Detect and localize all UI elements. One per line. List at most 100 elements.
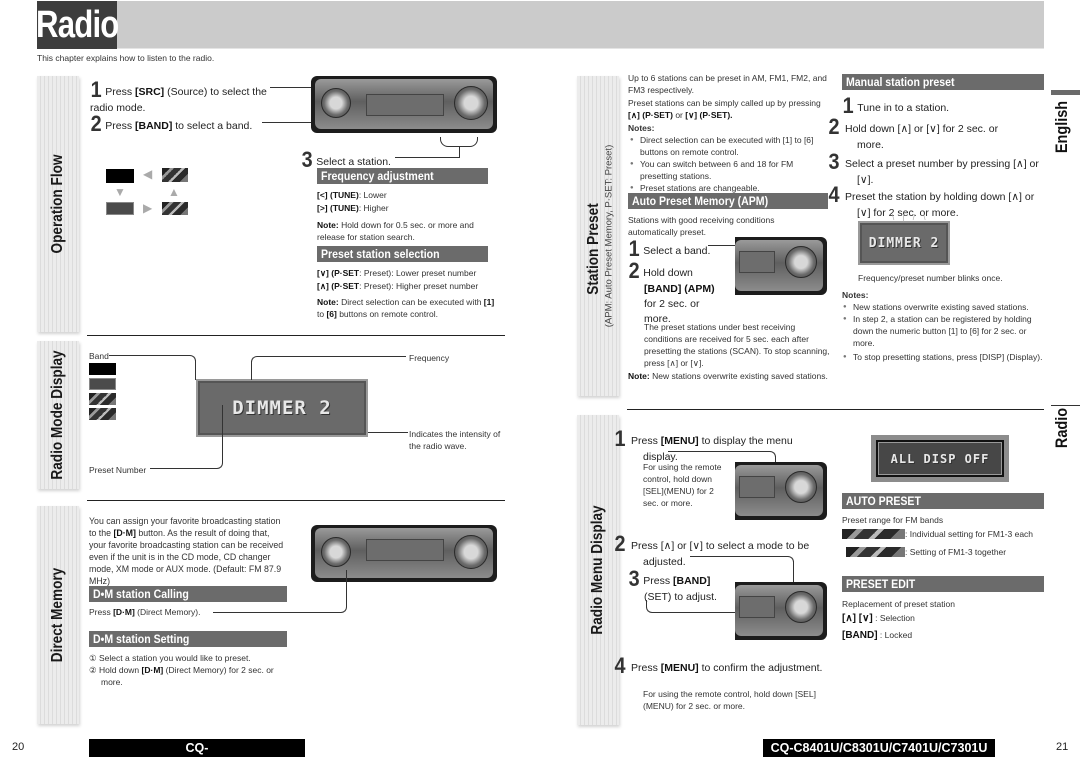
manual-step-4: 4 Preset the station by holding down [∧] …: [828, 182, 1035, 220]
frequency-label: Frequency: [409, 353, 450, 363]
preset-edit-locked: [BAND] : Locked: [842, 630, 913, 641]
dm-setting-step-1: ① Select a station you would like to pre…: [89, 653, 251, 663]
head-unit-closeup-image: [735, 237, 827, 295]
lang-tab-english: English: [1052, 100, 1071, 154]
tab-label: Operation Flow: [49, 154, 66, 254]
chapter-tab-radio: Radio: [1052, 407, 1071, 449]
blink-caption: Frequency/preset number blinks once.: [858, 273, 1003, 283]
lcd-screen: [366, 539, 444, 561]
head-unit-image: [311, 76, 497, 133]
fm-together-icon: [846, 547, 905, 557]
band-label: Band: [89, 351, 109, 361]
preset-note: Note: Direct selection can be executed w…: [317, 297, 495, 319]
header-band: [37, 1, 1044, 49]
note-item: New stations overwrite existing saved st…: [843, 301, 1048, 313]
note-item: Direct selection can be executed with [1…: [630, 134, 830, 158]
menu-step-4: 4 Press [MENU] to confirm the adjustment.: [614, 653, 823, 678]
band-icon-black: [106, 169, 136, 183]
tab-label: Radio Mode Display: [49, 350, 66, 480]
station-preset-notes: Direct selection can be executed with [1…: [630, 134, 830, 194]
chapter-intro: This chapter explains how to listen to t…: [37, 53, 215, 63]
section-preset-edit: PRESET EDIT: [842, 576, 1044, 592]
manual-step-3: 3 Select a preset number by pressing [∧] …: [828, 149, 1039, 187]
section-frequency-adjustment: Frequency adjustment: [317, 168, 488, 184]
arrow-down-icon: ▼: [114, 185, 126, 199]
op-step-1: 1 Press [SRC] (Source) to select the radi…: [90, 77, 267, 115]
manual-notes: New stations overwrite existing saved st…: [843, 301, 1048, 363]
tab-label: Direct Memory: [49, 567, 66, 663]
arrow-right-icon: ▶: [143, 201, 153, 215]
preset-edit-desc: Replacement of preset station: [842, 599, 955, 609]
tab-radio-mode-display: Radio Mode Display: [37, 341, 79, 489]
apm-note: Note: New stations overwrite existing sa…: [628, 371, 828, 381]
arrow-up-icon: ▲: [168, 185, 180, 199]
apm-step-2: 2 Hold down [BAND] (APM) for 2 sec. or mo…: [628, 258, 715, 326]
tab-radio-menu-display: Radio Menu Display: [577, 415, 619, 725]
bracket-callout: [440, 137, 478, 147]
volume-knob-icon: [321, 88, 351, 118]
callout-line: [188, 355, 196, 380]
joystick-icon: [454, 86, 488, 120]
callout-line: [109, 355, 189, 356]
fm-individual-icon: [842, 529, 905, 539]
tab-sublabel: (APM: Auto Preset Memory, P·SET: Preset): [603, 144, 615, 328]
note-item: In step 2, a station can be registered b…: [843, 313, 1048, 349]
head-unit-closeup-image: [735, 582, 827, 640]
joystick-icon: [785, 591, 817, 623]
lcd-screen: [739, 476, 775, 498]
volume-knob-icon: [321, 537, 351, 567]
section-preset-station-selection: Preset station selection: [317, 246, 488, 262]
section-manual-station-preset: Manual station preset: [842, 74, 1044, 90]
notes-label: Notes:: [842, 290, 869, 300]
auto-preset-desc: Preset range for FM bands: [842, 515, 944, 525]
tab-direct-memory: Direct Memory: [37, 506, 79, 724]
auto-preset-option-individual: : Individual setting for FM1-3 each: [842, 528, 1033, 540]
manual-step-1: 1 Tune in to a station.: [842, 93, 950, 118]
dm-setting-step-2: ② Hold down [D·M] (Direct Memory) for 2 …: [89, 665, 274, 687]
menu-step-4-sub: For using the remote control, hold down …: [643, 689, 816, 711]
lcd-screen: [739, 596, 775, 618]
preset-lower: [∨] (P·SET: Preset): Lower preset number: [317, 268, 477, 278]
model-footer-right: CQ-C8401U/C8301U/C7401U/C7301U: [763, 739, 995, 757]
tune-note: Note: Hold down for 0.5 sec. or more and…: [317, 220, 474, 242]
notes-label: Notes:: [628, 123, 655, 133]
head-unit-closeup-image: [735, 462, 827, 520]
preset-edit-selection: [∧] [∨] : Selection: [842, 613, 915, 624]
callout-line: [459, 147, 460, 157]
callout-line: [251, 356, 406, 380]
band-icon-photo-2: [162, 202, 188, 220]
joystick-icon: [785, 471, 817, 503]
apm-scan-text: The preset stations under best receiving…: [644, 322, 830, 368]
divider: [87, 335, 505, 336]
lang-tab-marker: [1051, 90, 1080, 95]
joystick-icon: [785, 246, 817, 278]
preset-higher: [∧] (P·SET: Preset): Higher preset numbe…: [317, 281, 479, 291]
section-dm-setting: D•M station Setting: [89, 631, 287, 647]
section-apm: Auto Preset Memory (APM): [628, 193, 828, 209]
lcd-screen: [739, 251, 775, 273]
callout-line: [395, 157, 460, 158]
apm-desc: Stations with good receiving conditions …: [628, 215, 775, 237]
band-icon-photo-2: [89, 407, 116, 425]
intensity-label: Indicates the intensity of the radio wav…: [409, 429, 501, 451]
note-item: To stop presetting stations, press [DISP…: [843, 351, 1048, 363]
menu-step-1-sub: For using the remote control, hold down …: [643, 462, 722, 508]
tab-label: Radio Menu Display: [589, 505, 606, 635]
lcd-all-disp-off-image: ALL DISP OFF: [871, 435, 1009, 482]
callout-line: [213, 570, 347, 613]
tune-lower: [<] (TUNE): Lower: [317, 190, 387, 200]
tune-higher: [>] (TUNE): Higher: [317, 203, 389, 213]
station-preset-intro-2: Preset stations can be simply called up …: [628, 98, 821, 120]
station-preset-intro-1: Up to 6 stations can be preset in AM, FM…: [628, 73, 827, 95]
tab-station-preset: Station Preset (APM: Auto Preset Memory,…: [577, 76, 619, 396]
band-icon-grey: [106, 202, 134, 220]
tab-label: Station Preset: [584, 203, 602, 295]
chapter-title: Radio: [36, 1, 119, 49]
section-auto-preset: AUTO PRESET: [842, 493, 1044, 509]
manual-step-2: 2 Hold down [∧] or [∨] for 2 sec. or more…: [828, 114, 999, 152]
op-step-2: 2 Press [BAND] to select a band.: [90, 111, 253, 136]
callout-line: [368, 432, 408, 433]
callout-line: [145, 405, 223, 469]
divider: [87, 500, 505, 501]
blink-marks-icon: \ | / \: [892, 213, 929, 222]
